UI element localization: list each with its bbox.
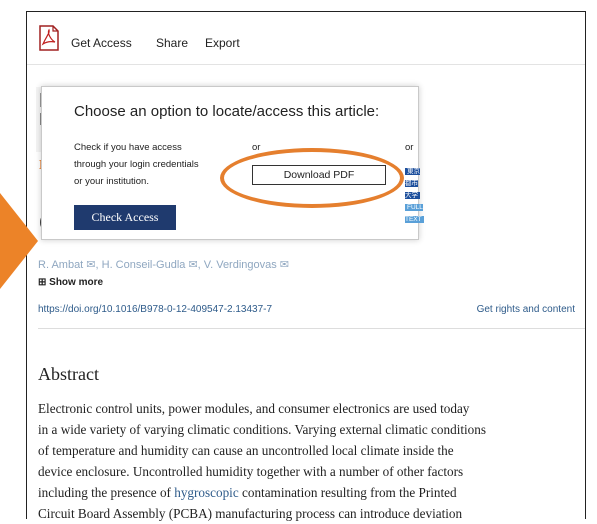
fulltext-badge[interactable]: 東京都市大学 FULL TEXT [405, 166, 424, 223]
rights-link[interactable]: Get rights and content [477, 304, 575, 315]
pointer-arrow [0, 193, 38, 289]
abstract-title: Abstract [38, 364, 99, 384]
divider [38, 328, 585, 329]
abstract-text: including the presence of [38, 485, 175, 500]
abstract-line: device enclosure. Uncontrolled humidity … [38, 464, 464, 479]
share-button[interactable]: Share [156, 36, 188, 50]
abstract-line: of temperature and humidity can cause an… [38, 443, 454, 458]
right-margin [586, 12, 597, 513]
or-separator: or [405, 142, 414, 153]
show-more-toggle[interactable]: ⊞ Show more [38, 277, 103, 288]
abstract-line: in a wide variety of varying climatic co… [38, 422, 487, 437]
get-access-button[interactable]: Get Access [71, 36, 132, 50]
badge-university: 東京都市大学 [405, 168, 420, 199]
abstract-body: Electronic control units, power modules,… [38, 398, 578, 524]
instruction-line: through your login credentials [74, 159, 199, 170]
modal-title: Choose an option to locate/access this a… [74, 103, 380, 120]
access-instructions: Check if you have access through your lo… [74, 139, 199, 190]
badge-fulltext: FULL TEXT [405, 204, 424, 223]
article-toolbar: Get Access Share Export [27, 12, 585, 65]
doi-link[interactable]: https://doi.org/10.1016/B978-0-12-409547… [38, 304, 272, 315]
export-button[interactable]: Export [205, 36, 240, 50]
pdf-icon[interactable] [39, 25, 59, 51]
instruction-line: Check if you have access [74, 142, 182, 153]
highlight-ring [220, 148, 404, 208]
abstract-text: contamination resulting from the Printed [238, 485, 457, 500]
instruction-line: or your institution. [74, 176, 149, 187]
check-access-button[interactable]: Check Access [74, 205, 176, 230]
abstract-line: Circuit Board Assembly (PCBA) manufactur… [38, 506, 463, 521]
hygroscopic-link[interactable]: hygroscopic [174, 485, 238, 500]
abstract-line: Electronic control units, power modules,… [38, 401, 470, 416]
abstract-line: including the presence of hygroscopic co… [38, 482, 578, 503]
author-list[interactable]: R. Ambat ✉, H. Conseil-Gudla ✉, V. Verdi… [38, 258, 289, 271]
